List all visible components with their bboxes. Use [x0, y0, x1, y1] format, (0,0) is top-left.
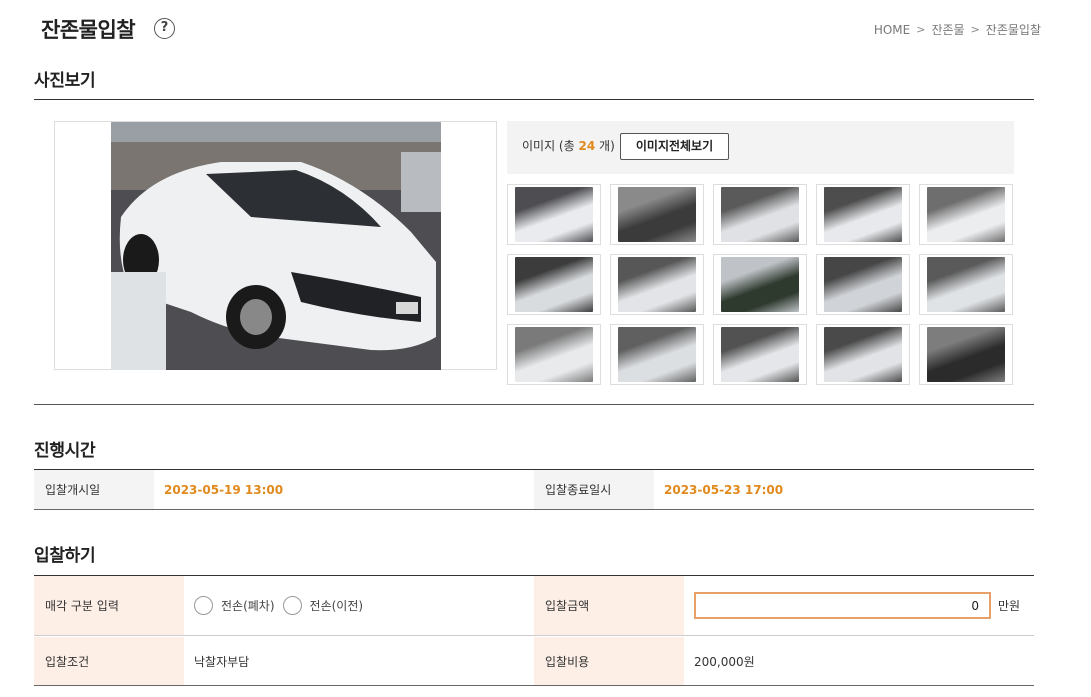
main-car-photo[interactable] — [111, 122, 441, 370]
thumbnail-9[interactable] — [816, 254, 910, 315]
end-value: 2023-05-23 17:00 — [664, 482, 784, 497]
thumbnail-11[interactable] — [507, 324, 601, 385]
bid-amount-input[interactable] — [694, 592, 991, 619]
divider — [34, 404, 1034, 405]
car-headlight-icon — [721, 327, 799, 382]
schedule-section-title: 진행시간 — [34, 441, 96, 461]
thumbnail-7[interactable] — [610, 254, 704, 315]
view-all-images-button[interactable]: 이미지전체보기 — [620, 133, 729, 160]
thumbnail-10[interactable] — [919, 254, 1013, 315]
question-circle-icon[interactable]: ? — [154, 18, 175, 39]
radio-transfer[interactable] — [282, 596, 302, 615]
option-scrap[interactable]: 전손(폐차) — [194, 596, 275, 615]
car-rear-icon — [927, 187, 1005, 242]
car-front-icon — [721, 187, 799, 242]
car-front-left-damage-icon — [824, 187, 902, 242]
sale-type-radio-group: 전손(폐차) 전손(이전) — [194, 596, 371, 615]
car-fender-icon — [927, 257, 1005, 312]
car-bumper-icon — [618, 327, 696, 382]
car-grille-icon — [721, 257, 799, 312]
condition-label: 입찰조건 — [34, 637, 184, 685]
car-interior-dark-icon — [927, 327, 1005, 382]
amount-unit: 만원 — [998, 599, 1021, 613]
car-interior-icon — [618, 187, 696, 242]
main-photo-frame — [54, 121, 497, 370]
image-count-label: 이미지 (총 24 개) — [522, 139, 615, 153]
thumbnail-grid — [507, 184, 1015, 385]
thumbnail-15[interactable] — [919, 324, 1013, 385]
cost-value: 200,000원 — [694, 654, 755, 669]
breadcrumb-residual[interactable]: 잔존물 — [931, 21, 964, 38]
breadcrumb-current: 잔존물입찰 — [985, 23, 1041, 37]
radio-scrap[interactable] — [194, 596, 213, 615]
cost-label: 입찰비용 — [534, 637, 684, 685]
chevron-right-icon: > — [916, 23, 926, 36]
end-label: 입찰종료일시 — [534, 470, 654, 509]
condition-value: 낙찰자부담 — [194, 654, 250, 669]
thumbnail-4[interactable] — [816, 184, 910, 245]
page-title: 잔존물입찰 — [41, 18, 136, 42]
sale-type-label: 매각 구분 입력 — [34, 576, 184, 635]
thumbnail-3[interactable] — [713, 184, 807, 245]
bid-row-1: 매각 구분 입력 전손(폐차) 전손(이전) 입찰금액 만원 — [34, 576, 1034, 636]
car-front-plate-icon — [824, 257, 902, 312]
car-hood-icon — [515, 257, 593, 312]
car-headlight-right-icon — [824, 327, 902, 382]
breadcrumb-home[interactable]: HOME — [874, 23, 910, 37]
option-transfer[interactable]: 전손(이전) — [282, 596, 363, 615]
thumbnail-8[interactable] — [713, 254, 807, 315]
thumbnail-5[interactable] — [919, 184, 1013, 245]
breadcrumb: HOME > 잔존물 > 잔존물입찰 — [874, 21, 1041, 38]
thumbnail-header: 이미지 (총 24 개) 이미지전체보기 — [507, 121, 1014, 174]
chevron-right-icon: > — [970, 23, 980, 36]
thumbnail-13[interactable] — [713, 324, 807, 385]
amount-label: 입찰금액 — [534, 576, 684, 635]
photos-section-title: 사진보기 — [34, 71, 96, 91]
divider — [34, 99, 1034, 100]
car-panel-icon — [515, 327, 593, 382]
car-front-left-icon — [515, 187, 593, 242]
bid-row-2: 입찰조건 낙찰자부담 입찰비용 200,000원 — [34, 637, 1034, 686]
image-count: 24 — [578, 139, 596, 153]
thumbnail-12[interactable] — [610, 324, 704, 385]
thumbnail-1[interactable] — [507, 184, 601, 245]
thumbnail-2[interactable] — [610, 184, 704, 245]
bid-section-title: 입찰하기 — [34, 546, 96, 566]
car-hood-closeup-icon — [618, 257, 696, 312]
start-label: 입찰개시일 — [34, 470, 154, 509]
thumbnail-14[interactable] — [816, 324, 910, 385]
start-value: 2023-05-19 13:00 — [164, 482, 284, 497]
schedule-row: 입찰개시일 2023-05-19 13:00 입찰종료일시 2023-05-23… — [34, 470, 1034, 510]
thumbnail-6[interactable] — [507, 254, 601, 315]
